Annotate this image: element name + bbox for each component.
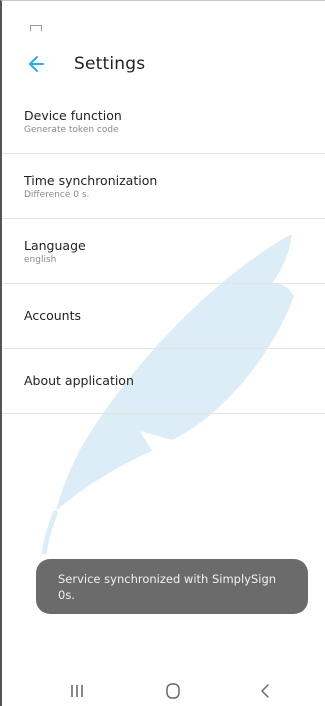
item-label: Accounts	[24, 308, 81, 323]
settings-list: Device function Generate token code Time…	[2, 89, 325, 414]
settings-item-time-synchronization[interactable]: Time synchronization Difference 0 s.	[2, 154, 325, 219]
item-label: Language	[24, 238, 86, 253]
toast-message: Service synchronized with SimplySign 0s.	[36, 559, 308, 614]
settings-item-language[interactable]: Language english	[2, 219, 325, 284]
arrow-left-icon	[29, 56, 44, 72]
toast-text: Service synchronized with SimplySign 0s.	[58, 572, 277, 602]
system-navigation-bar	[2, 671, 325, 706]
item-sublabel: Difference 0 s.	[24, 190, 90, 200]
status-bar	[2, 1, 325, 31]
settings-item-device-function[interactable]: Device function Generate token code	[2, 89, 325, 154]
item-label: Time synchronization	[24, 173, 158, 188]
recent-apps-button[interactable]	[62, 679, 92, 703]
item-sublabel: Generate token code	[24, 125, 119, 135]
back-button[interactable]	[24, 52, 48, 76]
home-button[interactable]	[158, 679, 188, 703]
recent-apps-icon	[71, 685, 83, 697]
home-icon	[166, 683, 180, 699]
item-label: Device function	[24, 108, 122, 123]
system-back-button[interactable]	[250, 679, 280, 703]
phone-screen: Settings Device function Generate token …	[0, 0, 325, 706]
settings-item-accounts[interactable]: Accounts	[2, 284, 325, 349]
back-chevron-icon	[261, 684, 269, 698]
item-sublabel: english	[24, 255, 57, 265]
item-label: About application	[24, 373, 134, 388]
settings-item-about-application[interactable]: About application	[2, 349, 325, 414]
notification-icon	[30, 25, 42, 31]
app-bar: Settings	[2, 45, 325, 85]
page-title: Settings	[74, 54, 146, 74]
